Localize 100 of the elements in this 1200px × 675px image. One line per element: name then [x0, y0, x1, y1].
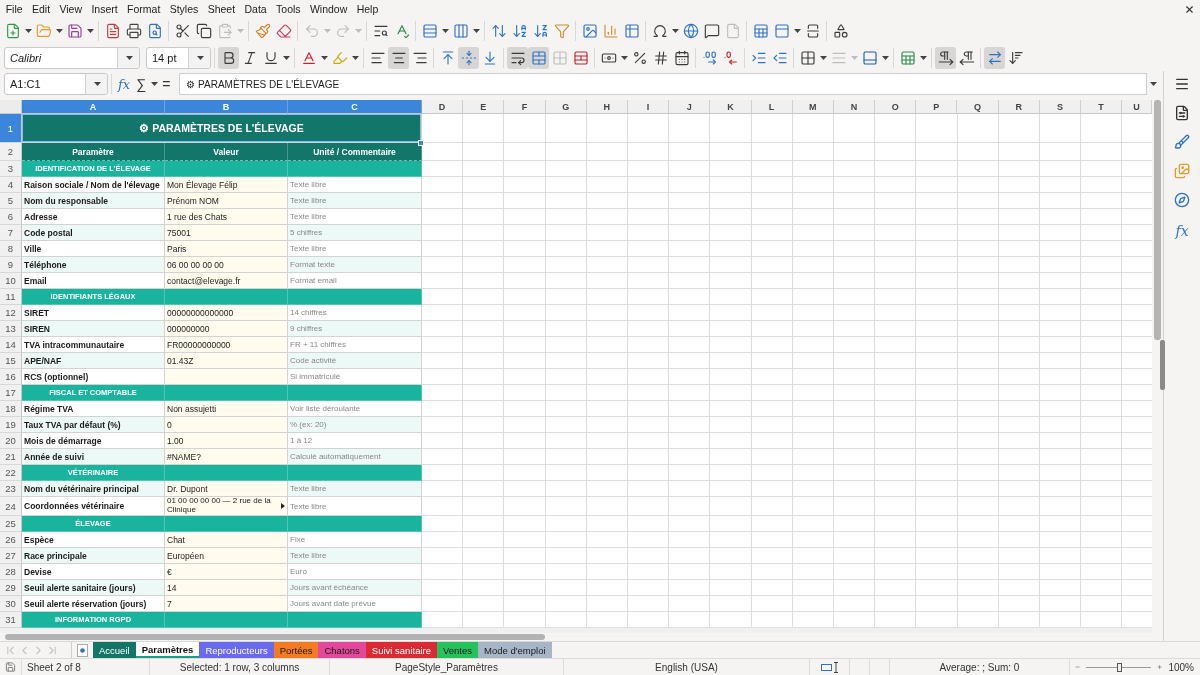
- caret-icon[interactable]: [195, 55, 205, 60]
- close-button[interactable]: [1183, 3, 1195, 15]
- menu-item[interactable]: Window: [305, 1, 352, 17]
- row-header[interactable]: 22: [0, 465, 22, 481]
- row-header[interactable]: 23: [0, 481, 22, 497]
- sheet-tab[interactable]: Mode d'emploi: [478, 642, 552, 658]
- caret-icon[interactable]: [283, 55, 290, 60]
- column-header[interactable]: D: [422, 100, 464, 114]
- row-header[interactable]: 29: [0, 580, 22, 596]
- language-text[interactable]: English (USA): [655, 661, 718, 673]
- bold-button[interactable]: [218, 46, 239, 69]
- column-header[interactable]: J: [669, 100, 711, 114]
- row-header[interactable]: 5: [0, 193, 22, 209]
- row-header[interactable]: 11: [0, 289, 22, 305]
- caret-icon[interactable]: [473, 29, 480, 33]
- align-middle-button[interactable]: [458, 46, 479, 69]
- column-header[interactable]: K: [710, 100, 752, 114]
- sidebar-menu-button[interactable]: [1173, 76, 1191, 92]
- rectangle-cursor-icon[interactable]: [820, 661, 839, 673]
- row-header[interactable]: 30: [0, 596, 22, 612]
- sheet-tab[interactable]: Accueil: [93, 642, 136, 658]
- column-header[interactable]: Q: [957, 100, 999, 114]
- navigator-button[interactable]: [1173, 192, 1191, 208]
- column-header[interactable]: S: [1039, 100, 1081, 114]
- row-header[interactable]: 19: [0, 417, 22, 433]
- function-wizard-button[interactable]: fx: [115, 74, 134, 94]
- row-header[interactable]: 3: [0, 161, 22, 177]
- column-header[interactable]: H: [586, 100, 628, 114]
- column-header[interactable]: I: [627, 100, 670, 114]
- caret-icon[interactable]: [820, 55, 827, 60]
- row-header[interactable]: 20: [0, 433, 22, 449]
- caret-icon[interactable]: [882, 55, 889, 60]
- name-box[interactable]: A1:C1: [4, 73, 108, 95]
- row-header[interactable]: 27: [0, 548, 22, 564]
- sheet-tab[interactable]: Paramètres: [135, 642, 200, 658]
- column-header[interactable]: N: [833, 100, 876, 114]
- row-header[interactable]: 12: [0, 305, 22, 321]
- row-header[interactable]: 9: [0, 257, 22, 273]
- caret-icon[interactable]: [87, 29, 94, 33]
- row-header[interactable]: 17: [0, 385, 22, 401]
- caret-icon[interactable]: [151, 82, 159, 86]
- column-header[interactable]: B: [165, 100, 288, 114]
- column-header[interactable]: E: [463, 100, 505, 114]
- row-header[interactable]: 31: [0, 612, 22, 628]
- column-header[interactable]: C: [288, 100, 422, 114]
- row-header[interactable]: 15: [0, 353, 22, 369]
- row-header[interactable]: 26: [0, 532, 22, 548]
- font-size-field[interactable]: 14 pt: [146, 46, 211, 69]
- row-header[interactable]: 7: [0, 225, 22, 241]
- column-header[interactable]: L: [751, 100, 793, 114]
- menu-item[interactable]: View: [54, 1, 87, 17]
- caret-icon[interactable]: [621, 55, 628, 60]
- row-header[interactable]: 6: [0, 209, 22, 225]
- caret-icon[interactable]: [1149, 82, 1158, 86]
- row-header[interactable]: 21: [0, 449, 22, 465]
- menu-item[interactable]: Edit: [27, 1, 55, 17]
- align-center-button[interactable]: [388, 46, 409, 69]
- zoom-percentage[interactable]: 100%: [1168, 661, 1194, 673]
- font-name-field[interactable]: Calibri: [4, 46, 140, 69]
- styles-button[interactable]: [1173, 134, 1191, 150]
- row-header[interactable]: 14: [0, 337, 22, 353]
- horizontal-scrollbar-thumb[interactable]: [5, 634, 545, 640]
- caret-icon[interactable]: [92, 82, 102, 86]
- formula-input[interactable]: ⚙ PARAMÈTRES DE L'ÉLEVAGE: [179, 73, 1147, 95]
- row-header[interactable]: 2: [0, 143, 22, 161]
- column-header[interactable]: T: [1081, 100, 1123, 114]
- sheet-tab[interactable]: Ventes: [437, 642, 479, 658]
- menu-item[interactable]: Tools: [271, 1, 306, 17]
- properties-button[interactable]: [1173, 105, 1191, 121]
- sheet-tab[interactable]: Suivi sanitaire: [365, 642, 437, 658]
- caret-icon[interactable]: [352, 55, 359, 60]
- sheet-tab[interactable]: Chatons: [318, 642, 366, 658]
- fill-handle[interactable]: [418, 140, 424, 146]
- menu-item[interactable]: Insert: [86, 1, 123, 17]
- left-to-right-button[interactable]: [935, 46, 956, 69]
- sheet-tab[interactable]: Reproducteurs: [199, 642, 274, 658]
- row-header[interactable]: 13: [0, 321, 22, 337]
- formula-button[interactable]: =: [159, 74, 174, 94]
- row-header[interactable]: 4: [0, 177, 22, 193]
- column-header[interactable]: M: [792, 100, 834, 114]
- zoom-in-icon[interactable]: [1157, 662, 1163, 672]
- column-header[interactable]: P: [916, 100, 958, 114]
- functions-button[interactable]: fx: [1172, 221, 1192, 241]
- wrap-text-button[interactable]: [507, 46, 528, 69]
- vertical-scrollbar-thumb[interactable]: [1154, 100, 1161, 340]
- menu-item[interactable]: Sheet: [202, 1, 240, 17]
- caret-icon[interactable]: [321, 55, 328, 60]
- menu-item[interactable]: Styles: [165, 1, 203, 17]
- row-header[interactable]: 16: [0, 369, 22, 385]
- column-header[interactable]: O: [875, 100, 917, 114]
- caret-icon[interactable]: [442, 29, 449, 33]
- menu-item[interactable]: Format: [122, 1, 165, 17]
- column-header[interactable]: U: [1122, 100, 1152, 114]
- row-header[interactable]: 24: [0, 497, 22, 516]
- text-direction-button[interactable]: [984, 46, 1005, 69]
- column-header[interactable]: R: [998, 100, 1040, 114]
- zoom-slider-thumb[interactable]: [1116, 662, 1122, 672]
- caret-icon[interactable]: [25, 29, 32, 33]
- sum-button[interactable]: ∑: [133, 74, 150, 94]
- column-header[interactable]: F: [504, 100, 546, 114]
